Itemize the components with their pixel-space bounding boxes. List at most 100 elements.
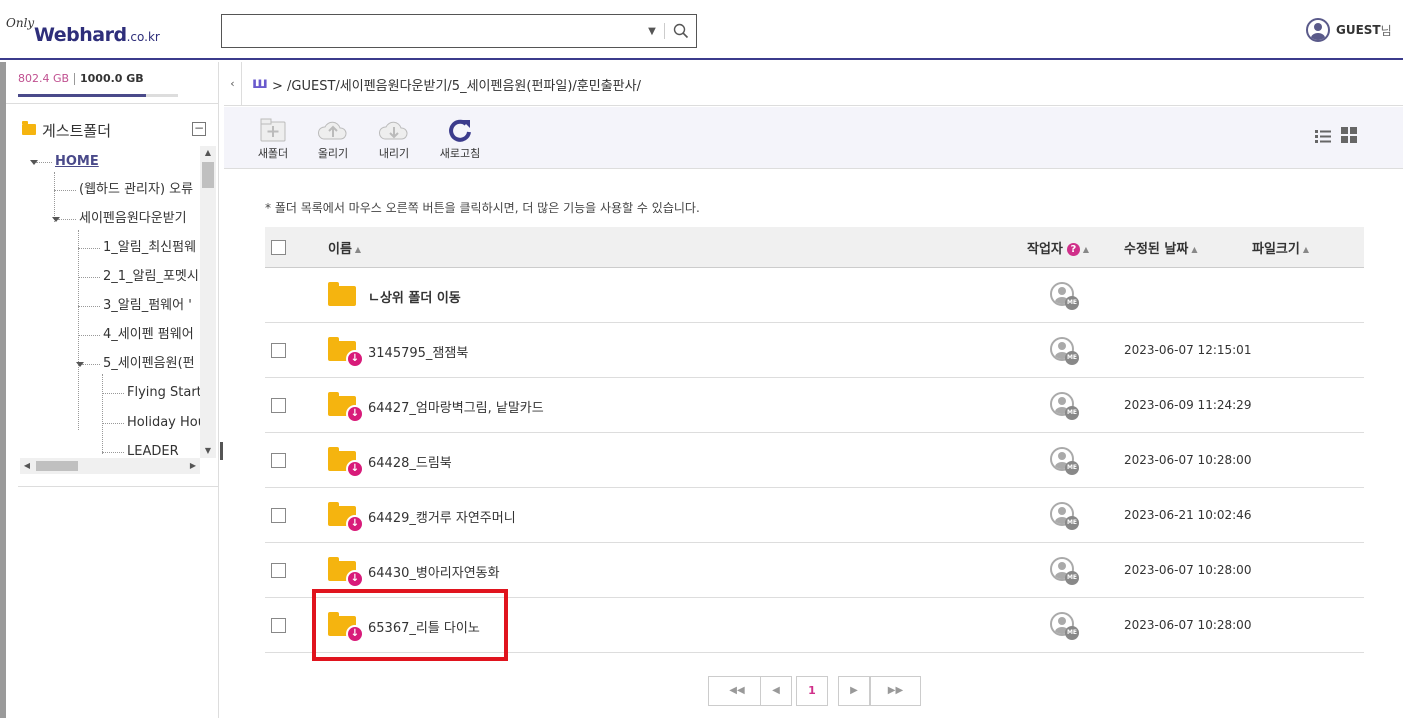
new-folder-button[interactable]: 새폴더 [245,117,301,163]
download-folder-icon: ↓ [328,447,364,478]
list-view-icon[interactable] [1314,127,1332,145]
logo-webhard: Webhard.co.kr [34,24,160,46]
tree-connector [78,248,100,249]
folder-name[interactable]: 65367_리틀 다이노 [368,617,480,636]
owner-avatar-icon: ME [1050,282,1082,310]
refresh-button[interactable]: 새로고침 [432,117,488,163]
scroll-left-icon[interactable]: ◀ [20,458,34,474]
upload-button[interactable]: 올리기 [305,117,361,163]
row-checkbox[interactable] [271,398,286,413]
folder-name[interactable]: 64429_캥거루 자연주머니 [368,507,516,526]
tree-item[interactable]: Holiday Hou [127,413,206,433]
logo[interactable]: Only Webhard.co.kr [6,14,186,48]
collapse-sidebar-button[interactable]: ‹ [224,62,242,106]
tree-connector [102,452,124,453]
row-checkbox[interactable] [271,453,286,468]
tree-item[interactable]: 2_1_알림_포멧시 [103,267,199,287]
tree-item[interactable]: 5_세이펜음원(펀 [103,354,195,374]
row-checkbox[interactable] [271,563,286,578]
tree-connector [102,374,103,454]
new-folder-label: 새폴더 [257,147,289,160]
column-size[interactable]: 파일크기 ▲ [1252,238,1309,257]
tree-horizontal-scrollbar[interactable]: ◀ ▶ [20,458,200,474]
modified-date: 2023-06-07 12:15:01 [1124,343,1252,357]
row-checkbox[interactable] [271,618,286,633]
panel-splitter-handle[interactable] [220,442,223,460]
modified-date: 2023-06-07 10:28:00 [1124,453,1252,467]
download-folder-icon: ↓ [328,337,364,368]
folder-name[interactable]: 64428_드림북 [368,452,452,471]
tree-connector [102,423,124,424]
collapse-tree-button[interactable]: − [192,122,206,136]
download-button[interactable]: 내리기 [366,117,422,163]
scroll-down-icon[interactable]: ▼ [200,444,216,458]
user-menu[interactable]: GUEST 님 [1306,17,1392,43]
tree-connector [54,190,76,191]
logo-only: Only [6,16,35,30]
select-all-checkbox[interactable] [271,240,286,255]
row-checkbox[interactable] [271,343,286,358]
breadcrumb-path[interactable]: > /GUEST/세이펜음원다운받기/5_세이펜음원(펀파일)/훈민출판사/ [272,75,641,94]
tree-item-home[interactable]: HOME [55,152,99,172]
upload-cloud-icon [318,121,347,140]
tree-vertical-scrollbar[interactable]: ▲ ▼ [200,146,216,458]
column-modified[interactable]: 수정된 날짜 ▲ [1124,238,1197,257]
table-row[interactable]: ↓ 64427_엄마랑벽그림, 낱말카드 ME 2023-06-09 11:24:29 [265,378,1364,433]
owner-avatar-icon: ME [1050,447,1082,475]
notice-text: * 폴더 목록에서 마우스 오른쪽 버튼을 클릭하시면, 더 많은 기능을 사용… [265,201,700,215]
tree-item[interactable]: 4_세이펜 펌웨어 [103,325,194,345]
download-label: 내리기 [378,147,410,160]
user-avatar-icon [1306,18,1330,42]
folder-name[interactable]: 64430_병아리자연동화 [368,562,500,581]
prev-page-button[interactable]: ◀ [760,676,792,706]
column-owner[interactable]: 작업자? ▲ [1027,238,1089,257]
folder-icon [328,282,356,306]
table-row[interactable]: ↓ 64430_병아리자연동화 ME 2023-06-07 10:28:00 [265,543,1364,598]
scroll-right-icon[interactable]: ▶ [186,458,200,474]
tree-item[interactable]: Flying Start [127,383,202,403]
folder-name[interactable]: 64427_엄마랑벽그림, 낱말카드 [368,397,544,416]
scroll-up-icon[interactable]: ▲ [200,146,216,160]
owner-avatar-icon: ME [1050,612,1082,640]
quota-separator [74,73,75,85]
grid-view-icon[interactable] [1341,127,1357,143]
search-dropdown-icon[interactable]: ▼ [640,15,664,47]
row-checkbox[interactable] [271,508,286,523]
tree-connector [78,230,79,430]
tree-item[interactable]: (웹하드 관리자) 오류 [79,180,193,200]
quota-used: 802.4 GB [18,72,70,85]
next-page-button[interactable]: ▶ [838,676,870,706]
modified-date: 2023-06-07 10:28:00 [1124,563,1252,577]
folder-name[interactable]: 3145795_잼잼북 [368,342,468,361]
brand-w-icon: ш [252,74,268,92]
table-row[interactable]: ↓ 65367_리틀 다이노 ME 2023-06-07 10:28:00 [265,598,1364,653]
table-row[interactable]: ↓ 64428_드림북 ME 2023-06-07 10:28:00 [265,433,1364,488]
download-folder-icon: ↓ [328,557,364,588]
owner-avatar-icon: ME [1050,557,1082,585]
header: Only Webhard.co.kr ▼ GUEST 님 [0,0,1403,60]
table-row[interactable]: ↓ 3145795_잼잼북 ME 2023-06-07 12:15:01 [265,323,1364,378]
table-row[interactable]: ↓ 64429_캥거루 자연주머니 ME 2023-06-21 10:02:46 [265,488,1364,543]
search-input[interactable] [222,15,642,47]
page-1-button[interactable]: 1 [796,676,828,706]
search-box: ▼ [221,14,697,48]
tree-item[interactable]: 1_알림_최신펌웨 [103,238,196,258]
scroll-thumb[interactable] [202,162,214,188]
tree-connector [78,335,100,336]
download-badge-icon: ↓ [346,350,364,368]
toolbar: 새폴더 올리기 내리기 새로고침 [224,107,1403,169]
tree-connector [54,172,55,222]
first-page-button[interactable]: ◀◀ [708,676,766,706]
parent-folder-label[interactable]: ㄴ상위 폴더 이동 [368,287,461,306]
parent-folder-row[interactable]: ㄴ상위 폴더 이동 ME [265,268,1364,323]
last-page-button[interactable]: ▶▶ [870,676,921,706]
tree-connector [102,393,124,394]
download-badge-icon: ↓ [346,515,364,533]
tree-item[interactable]: 세이펜음원다운받기 [79,209,187,229]
download-badge-icon: ↓ [346,570,364,588]
column-name[interactable]: 이름 ▲ [328,238,361,257]
search-icon [673,23,689,39]
tree-item[interactable]: 3_알림_펌웨어 ' [103,296,192,316]
scroll-thumb[interactable] [36,461,78,471]
search-button[interactable] [666,15,696,47]
